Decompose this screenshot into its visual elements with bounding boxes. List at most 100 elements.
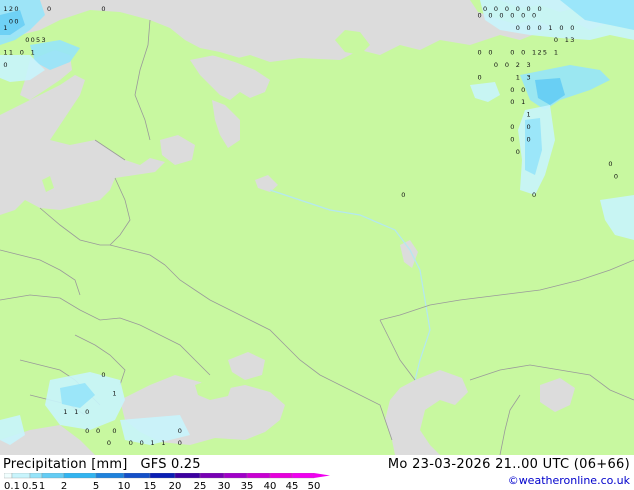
precip-value-label: 1 <box>112 390 116 398</box>
precip-value-label: 3 <box>527 73 531 81</box>
precip-value-label: 0 <box>608 160 612 168</box>
precip-value-label: 0 <box>478 49 482 57</box>
precip-value-label: 0 <box>532 191 536 199</box>
parameter-label: Precipitation [mm] <box>3 457 128 472</box>
precip-value-label: 0 <box>505 61 509 69</box>
precip-value-label: 0 <box>510 11 514 19</box>
legend-swatch <box>123 473 151 479</box>
legend-tick-label: 10 <box>118 481 131 490</box>
legend-tick-label: 1 <box>39 481 45 490</box>
precip-value-label: 2 <box>516 61 520 69</box>
precip-value-label: 1 <box>527 111 531 119</box>
precip-value-label: 0 <box>527 24 531 32</box>
precip-value-label: 0 <box>516 24 520 32</box>
legend-swatch <box>29 473 43 479</box>
precip-value-label: 2 <box>538 49 542 57</box>
precip-value-label: 0 <box>559 24 563 32</box>
precip-value-label: 1 <box>565 36 569 44</box>
precip-value-label: 0 <box>488 49 492 57</box>
precip-value-label: 0 <box>521 11 525 19</box>
precip-value-label: 3 <box>570 36 574 44</box>
precip-value-label: 1 <box>31 49 35 57</box>
legend-swatch <box>11 473 31 479</box>
precip-value-label: 0 <box>488 11 492 19</box>
precip-value-label: 0 <box>483 5 487 13</box>
precip-value-label: 0 <box>499 11 503 19</box>
precip-value-label: 0 <box>478 11 482 19</box>
legend-swatch <box>95 473 125 479</box>
legend-colorbar: 0.1 0.5 1 2 5 10 15 20 25 30 35 40 45 50 <box>4 473 330 490</box>
precip-value-label: 1 <box>532 49 536 57</box>
legend-tick-label: 25 <box>194 481 207 490</box>
precip-value-label: 1 <box>151 439 155 447</box>
legend-swatch <box>223 473 248 479</box>
precip-value-label: 0 <box>96 427 100 435</box>
precip-value-label: 0 <box>554 36 558 44</box>
precip-value-label: 0 <box>401 191 405 199</box>
precip-value-label: 0 <box>9 18 13 26</box>
precip-value-label: 0 <box>178 439 182 447</box>
legend-tick-labels: 0.1 0.5 1 2 5 10 15 20 25 30 35 40 45 50 <box>4 481 320 490</box>
precip-value-label: 0 <box>516 5 520 13</box>
legend-tick-label: 30 <box>218 481 231 490</box>
legend-tick-label: 40 <box>264 481 277 490</box>
precip-value-label: 0 <box>31 36 35 44</box>
precipitation-map: 1200000100531101000000000000000010001300… <box>0 0 634 455</box>
precip-value-label: 0 <box>538 24 542 32</box>
precip-value-label: 0 <box>527 5 531 13</box>
precip-value-label: 1 <box>548 24 552 32</box>
model-label: GFS 0.25 <box>140 457 201 472</box>
precip-value-label: 0 <box>25 36 29 44</box>
precip-value-label: 0 <box>112 427 116 435</box>
precip-value-label: 5 <box>543 49 547 57</box>
precip-value-label: 1 <box>3 5 7 13</box>
precip-value-label: 0 <box>510 98 514 106</box>
precip-value-label: 0 <box>20 49 24 57</box>
legend-swatch <box>291 473 315 479</box>
precip-value-label: 0 <box>494 5 498 13</box>
precip-value-label: 0 <box>101 5 105 13</box>
precip-value-label: 0 <box>14 5 18 13</box>
precip-value-label: 5 <box>36 36 40 44</box>
precip-value-label: 0 <box>521 49 525 57</box>
legend-swatch <box>269 473 293 479</box>
legend-tick-label: 0.5 <box>22 481 38 490</box>
legend-swatch <box>246 473 271 479</box>
precip-value-label: 1 <box>63 408 67 416</box>
precip-value-label: 0 <box>129 439 133 447</box>
precip-value-label: 0 <box>85 408 89 416</box>
legend-tick-label: 2 <box>61 481 67 490</box>
legend-tick-label: 15 <box>144 481 157 490</box>
precip-value-label: 1 <box>74 408 78 416</box>
precip-value-label: 1 <box>9 49 13 57</box>
legend-tick-label: 50 <box>308 481 321 490</box>
legend-swatch <box>41 473 65 479</box>
legend-swatches <box>4 473 330 479</box>
legend-swatch <box>4 473 13 479</box>
precip-value-label: 0 <box>140 439 144 447</box>
map-title: Precipitation [mm] GFS 0.25 <box>3 457 201 472</box>
legend-swatch <box>63 473 97 479</box>
precip-value-label: 0 <box>510 135 514 143</box>
precip-value-label: 1 <box>3 49 7 57</box>
precip-value-label: 0 <box>478 73 482 81</box>
precip-value-label: 0 <box>510 86 514 94</box>
map-footer: Precipitation [mm] GFS 0.25 Mo 23-03-202… <box>0 455 634 490</box>
precip-value-label: 0 <box>101 371 105 379</box>
precip-value-label: 0 <box>14 18 18 26</box>
precip-value-label: 0 <box>521 86 525 94</box>
precip-value-label: 0 <box>47 5 51 13</box>
precip-value-label: 0 <box>527 135 531 143</box>
precip-value-label: 0 <box>510 123 514 131</box>
legend-tick-label: 20 <box>169 481 182 490</box>
valid-time: Mo 23-03-2026 21..00 UTC (06+66) <box>387 457 630 472</box>
precip-value-label: 0 <box>570 24 574 32</box>
credit-link[interactable]: ©weatheronline.co.uk <box>508 474 630 487</box>
precip-value-label: 0 <box>178 427 182 435</box>
legend-tick-label: 5 <box>93 481 99 490</box>
precip-value-label: 2 <box>9 5 13 13</box>
legend-swatch <box>149 473 176 479</box>
precip-value-label: 0 <box>538 5 542 13</box>
legend-swatch <box>174 473 201 479</box>
precip-value-label: 0 <box>532 11 536 19</box>
